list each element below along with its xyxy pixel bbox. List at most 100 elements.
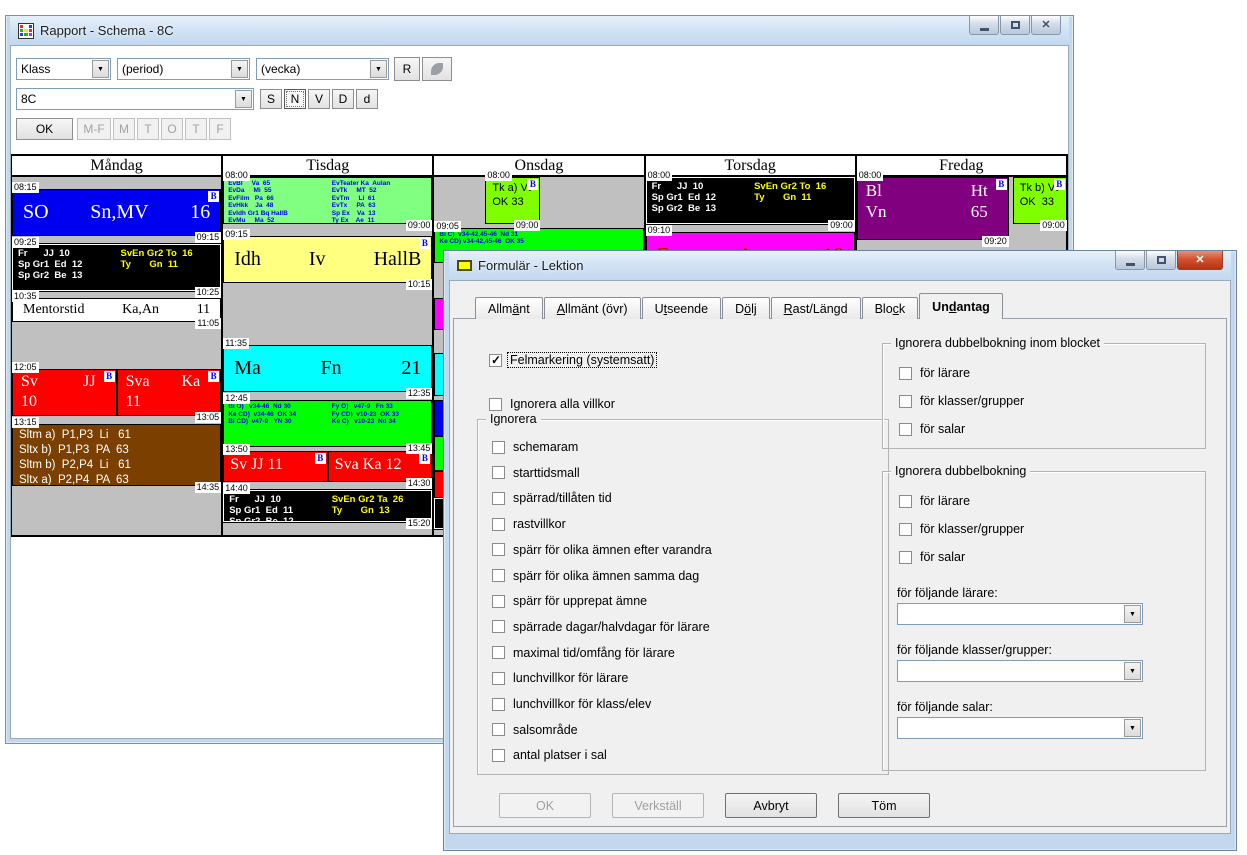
checkbox-box[interactable]: ✓ xyxy=(489,354,502,367)
checkbox-box[interactable] xyxy=(492,543,505,556)
checkbox-box[interactable] xyxy=(492,672,505,685)
chevron-down-icon[interactable]: ▼ xyxy=(1124,605,1141,623)
dialog-titlebar[interactable]: Formulär - Lektion ✕ xyxy=(449,251,1231,280)
tab-allm-nt[interactable]: Allmänt xyxy=(475,297,543,319)
lesson-subblock[interactable]: Sv JJ 11B xyxy=(224,452,327,481)
lesson-block[interactable]: Tk b) VtOK 33B09:00 xyxy=(1013,177,1067,224)
avbryt-button[interactable]: Avbryt xyxy=(725,793,817,818)
ok-button[interactable]: OK xyxy=(16,118,73,140)
chevron-down-icon[interactable]: ▼ xyxy=(370,60,387,78)
class-combo[interactable]: 8C ▼ xyxy=(16,88,254,110)
checkbox-starttidsmall[interactable]: starttidsmall xyxy=(492,466,582,480)
checkbox-sp-rrade-dagar-halvdagar-f-r-l-rare[interactable]: spärrade dagar/halvdagar för lärare xyxy=(492,620,712,634)
checkbox-maximal-tid-omf-ng-f-r-l-rare[interactable]: maximal tid/omfång för lärare xyxy=(492,646,677,660)
checkbox-box[interactable] xyxy=(492,620,505,633)
chevron-down-icon[interactable]: ▼ xyxy=(1124,662,1141,680)
lesson-block[interactable]: SOSn,MV16B08:1509:15 xyxy=(12,189,221,236)
checkbox-f-r-salar[interactable]: för salar xyxy=(899,550,967,564)
checkbox-felmarkering-systemsatt[interactable]: ✓Felmarkering (systemsatt) xyxy=(489,353,656,367)
checkbox-sp-rrad-till-ten-tid[interactable]: spärrad/tillåten tid xyxy=(492,491,614,505)
chevron-down-icon[interactable]: ▼ xyxy=(92,60,109,78)
lesson-subblock[interactable]: Sva Ka 12B xyxy=(329,452,432,481)
rapport-titlebar[interactable]: Rapport - Schema - 8C ✕ xyxy=(10,16,1069,45)
lesson-block[interactable]: Fr JJ 10SvEn Gr2 To 16Sp Gr1 Ed 12Ty Gn … xyxy=(646,177,855,224)
lesson-block[interactable]: Fr JJ 10SvEn Gr2 To 16Sp Gr1 Ed 12Ty Gn … xyxy=(12,244,221,291)
checkbox-box[interactable] xyxy=(489,398,502,411)
checkbox-box[interactable] xyxy=(899,523,912,536)
combo-f-r-f-ljande-l-rare[interactable]: ▼ xyxy=(897,603,1143,625)
checkbox-box[interactable] xyxy=(492,595,505,608)
chevron-down-icon[interactable]: ▼ xyxy=(1124,719,1141,737)
lesson-block[interactable]: IdhIvHallBB09:1510:15 xyxy=(223,236,432,283)
lesson-block[interactable]: BlHtVn65B08:0009:20 xyxy=(857,177,1009,240)
lesson-block[interactable]: SvJJ10BSvaKa11B12:0513:05 xyxy=(12,369,221,416)
checkbox-box[interactable] xyxy=(899,423,912,436)
combo-f-r-f-ljande-salar[interactable]: ▼ xyxy=(897,717,1143,739)
checkbox-box[interactable] xyxy=(492,518,505,531)
mode-button-N[interactable]: N xyxy=(284,89,306,109)
maximize-button[interactable] xyxy=(1000,16,1030,35)
mode-button-V[interactable]: V xyxy=(308,89,330,109)
type-combo[interactable]: Klass ▼ xyxy=(16,58,111,80)
period-combo[interactable]: (period) ▼ xyxy=(117,58,250,80)
checkbox-lunchvillkor-f-r-l-rare[interactable]: lunchvillkor för lärare xyxy=(492,671,630,685)
checkbox-f-r-l-rare[interactable]: för lärare xyxy=(899,494,972,508)
lesson-block[interactable]: MaFn2111:3512:35 xyxy=(223,345,432,392)
lesson-block[interactable]: Fr JJ 10SvEn Gr2 Ta 26Sp Gr1 Ed 11Ty Gn … xyxy=(223,490,432,521)
checkbox-sp-rr-f-r-upprepat-mne[interactable]: spärr för upprepat ämne xyxy=(492,594,649,608)
checkbox-box[interactable] xyxy=(899,551,912,564)
checkbox-box[interactable] xyxy=(492,646,505,659)
tab-undantag[interactable]: Undantag xyxy=(919,293,1003,319)
close-button[interactable]: ✕ xyxy=(1031,16,1061,35)
checkbox-f-r-salar[interactable]: för salar xyxy=(899,422,967,436)
lesson-block[interactable]: Sv JJ 11BSva Ka 12B13:5014:30 xyxy=(223,451,432,482)
mode-button-D[interactable]: D xyxy=(332,89,354,109)
checkbox-box[interactable] xyxy=(492,492,505,505)
checkbox-box[interactable] xyxy=(492,441,505,454)
checkbox-box[interactable] xyxy=(492,569,505,582)
minimize-button[interactable] xyxy=(969,16,999,35)
lesson-block[interactable]: Bi O) v34-46 Nd 30Fy O) v47-9 Fn 33Ke CD… xyxy=(223,400,432,447)
lesson-block[interactable]: EvBl Va 65EvTeater Ka AulanEvDa Mi 55EvT… xyxy=(223,177,432,224)
maximize-button[interactable] xyxy=(1146,251,1176,270)
checkbox-f-r-klasser-grupper[interactable]: för klasser/grupper xyxy=(899,394,1026,408)
checkbox-box[interactable] xyxy=(899,367,912,380)
checkbox-f-r-l-rare[interactable]: för lärare xyxy=(899,366,972,380)
week-combo[interactable]: (vecka) ▼ xyxy=(256,58,389,80)
checkbox-lunchvillkor-f-r-klass-elev[interactable]: lunchvillkor för klass/elev xyxy=(492,697,653,711)
minimize-button[interactable] xyxy=(1115,251,1145,270)
checkbox-f-r-klasser-grupper[interactable]: för klasser/grupper xyxy=(899,522,1026,536)
tab-block[interactable]: Block xyxy=(862,297,919,319)
tab-allm-nt-vr[interactable]: Allmänt (övr) xyxy=(544,297,641,319)
checkbox-box[interactable] xyxy=(492,698,505,711)
close-button[interactable]: ✕ xyxy=(1177,251,1223,270)
checkbox-box[interactable] xyxy=(492,749,505,762)
lesson-subblock[interactable]: SvaKa11B xyxy=(118,370,221,415)
checkbox-schemaram[interactable]: schemaram xyxy=(492,440,580,454)
combo-f-r-f-ljande-klasser-grupper[interactable]: ▼ xyxy=(897,660,1143,682)
lesson-block[interactable]: Sltm a) P1,P3 Li 61Sltx b) P1,P3 PA 63Sl… xyxy=(12,424,221,487)
checkbox-box[interactable] xyxy=(899,495,912,508)
lesson-block[interactable]: MentorstidKa,An1110:3511:05 xyxy=(12,298,221,322)
checkbox-box[interactable] xyxy=(492,466,505,479)
checkbox-box[interactable] xyxy=(899,395,912,408)
tab-utseende[interactable]: Utseende xyxy=(642,297,722,319)
mode-button-d[interactable]: d xyxy=(356,89,378,109)
checkbox-sp-rr-f-r-olika-mnen-efter-varandra[interactable]: spärr för olika ämnen efter varandra xyxy=(492,543,714,557)
checkbox-salsomr-de[interactable]: salsområde xyxy=(492,723,580,737)
checkbox-box[interactable] xyxy=(492,723,505,736)
checkbox-ignorera-alla-villkor[interactable]: Ignorera alla villkor xyxy=(489,397,617,411)
tab-d-lj[interactable]: Dölj xyxy=(722,297,770,319)
checkbox-sp-rr-f-r-olika-mnen-samma-dag[interactable]: spärr för olika ämnen samma dag xyxy=(492,569,701,583)
mode-button-S[interactable]: S xyxy=(260,89,282,109)
checkbox-antal-platser-i-sal[interactable]: antal platser i sal xyxy=(492,748,609,762)
tab-rast-l-ngd[interactable]: Rast/Längd xyxy=(771,297,861,319)
chevron-down-icon[interactable]: ▼ xyxy=(231,60,248,78)
lesson-subblock[interactable]: SvJJ10B xyxy=(13,370,116,415)
refresh-button[interactable]: R xyxy=(394,57,420,81)
tag-button[interactable] xyxy=(422,57,452,81)
chevron-down-icon[interactable]: ▼ xyxy=(235,90,252,108)
checkbox-rastvillkor[interactable]: rastvillkor xyxy=(492,517,568,531)
lesson-block[interactable]: Tk a) VtOK 33B08:0009:00 xyxy=(485,177,540,224)
t-m-button[interactable]: Töm xyxy=(838,793,930,818)
